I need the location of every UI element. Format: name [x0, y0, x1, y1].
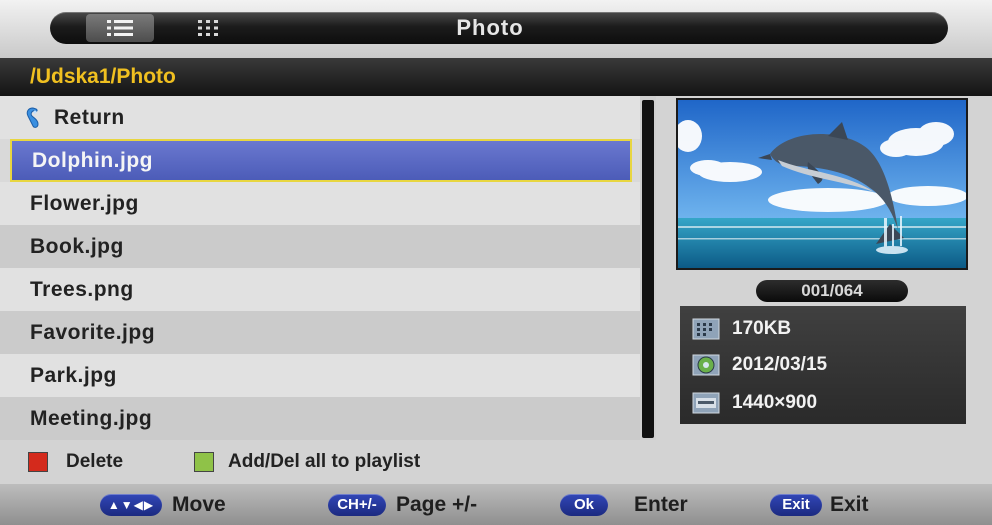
scrollbar-thumb[interactable]: [642, 100, 654, 438]
page-hint: CH+/- Page +/-: [328, 484, 477, 525]
info-size: 170KB: [732, 318, 792, 339]
move-hint: ▲▼◀▶ Move: [100, 484, 226, 525]
file-item[interactable]: Trees.png: [0, 268, 640, 311]
info-size-row: 170KB: [692, 314, 791, 344]
resolution-icon: [692, 392, 720, 414]
grid-view-button[interactable]: [180, 14, 236, 42]
file-label: Trees.png: [30, 277, 134, 301]
delete-action[interactable]: Delete: [28, 440, 123, 484]
action-bar: Delete Add/Del all to playlist: [0, 440, 992, 484]
path-bar: /Udska1/Photo: [0, 58, 992, 96]
return-item[interactable]: Return: [0, 96, 640, 139]
photo-info-box: 170KB 2012/03/15 1440×900: [680, 306, 966, 424]
file-item[interactable]: Park.jpg: [0, 354, 640, 397]
file-item[interactable]: Favorite.jpg: [0, 311, 640, 354]
playlist-label: Add/Del all to playlist: [228, 451, 421, 472]
file-list: Return Dolphin.jpg Flower.jpg Book.jpg T…: [0, 96, 640, 440]
exit-key-icon: Exit: [770, 493, 822, 516]
playlist-action[interactable]: Add/Del all to playlist: [194, 440, 420, 484]
file-label: Favorite.jpg: [30, 320, 156, 344]
arrow-keys-icon: ▲▼◀▶: [100, 493, 162, 516]
file-label: Dolphin.jpg: [32, 148, 153, 172]
exit-hint: Exit Exit: [770, 484, 869, 525]
list-icon: [107, 20, 133, 36]
current-path: /Udska1/Photo: [30, 65, 176, 88]
file-label: Park.jpg: [30, 363, 117, 387]
page-label: Page +/-: [396, 492, 478, 516]
file-label: Flower.jpg: [30, 191, 139, 215]
return-icon: [26, 106, 39, 128]
file-item[interactable]: Book.jpg: [0, 225, 640, 268]
info-date: 2012/03/15: [732, 354, 828, 375]
red-key-icon: [28, 452, 48, 472]
info-resolution-row: 1440×900: [692, 388, 817, 418]
delete-label: Delete: [66, 451, 124, 472]
hint-bar: ▲▼◀▶ Move CH+/- Page +/- Ok Enter Exit E…: [0, 484, 992, 525]
file-label: Meeting.jpg: [30, 406, 153, 430]
move-label: Move: [172, 492, 226, 516]
exit-label: Exit: [830, 492, 869, 516]
calendar-icon: [692, 354, 720, 376]
photo-browser-screen: Photo /Udska1/Photo Return Dolphin.jpg F…: [0, 0, 992, 525]
list-view-button[interactable]: [86, 14, 154, 42]
file-item[interactable]: Meeting.jpg: [0, 397, 640, 440]
file-item-selected[interactable]: Dolphin.jpg: [10, 139, 632, 182]
ok-key-icon: Ok: [560, 493, 608, 516]
grid-icon: [198, 20, 218, 36]
ch-key-icon: CH+/-: [328, 493, 386, 516]
photo-counter: 001/064: [756, 280, 908, 302]
enter-label: Enter: [634, 492, 688, 516]
screen-title: Photo: [456, 15, 524, 40]
file-size-icon: [692, 318, 720, 340]
photo-preview: [676, 98, 968, 270]
info-date-row: 2012/03/15: [692, 350, 827, 380]
file-label: Book.jpg: [30, 234, 124, 258]
info-resolution: 1440×900: [732, 392, 818, 413]
file-item[interactable]: Flower.jpg: [0, 182, 640, 225]
green-key-icon: [194, 452, 214, 472]
enter-hint: Ok Enter: [560, 484, 688, 525]
dolphin-image: [678, 100, 966, 268]
file-label: Return: [54, 105, 125, 129]
